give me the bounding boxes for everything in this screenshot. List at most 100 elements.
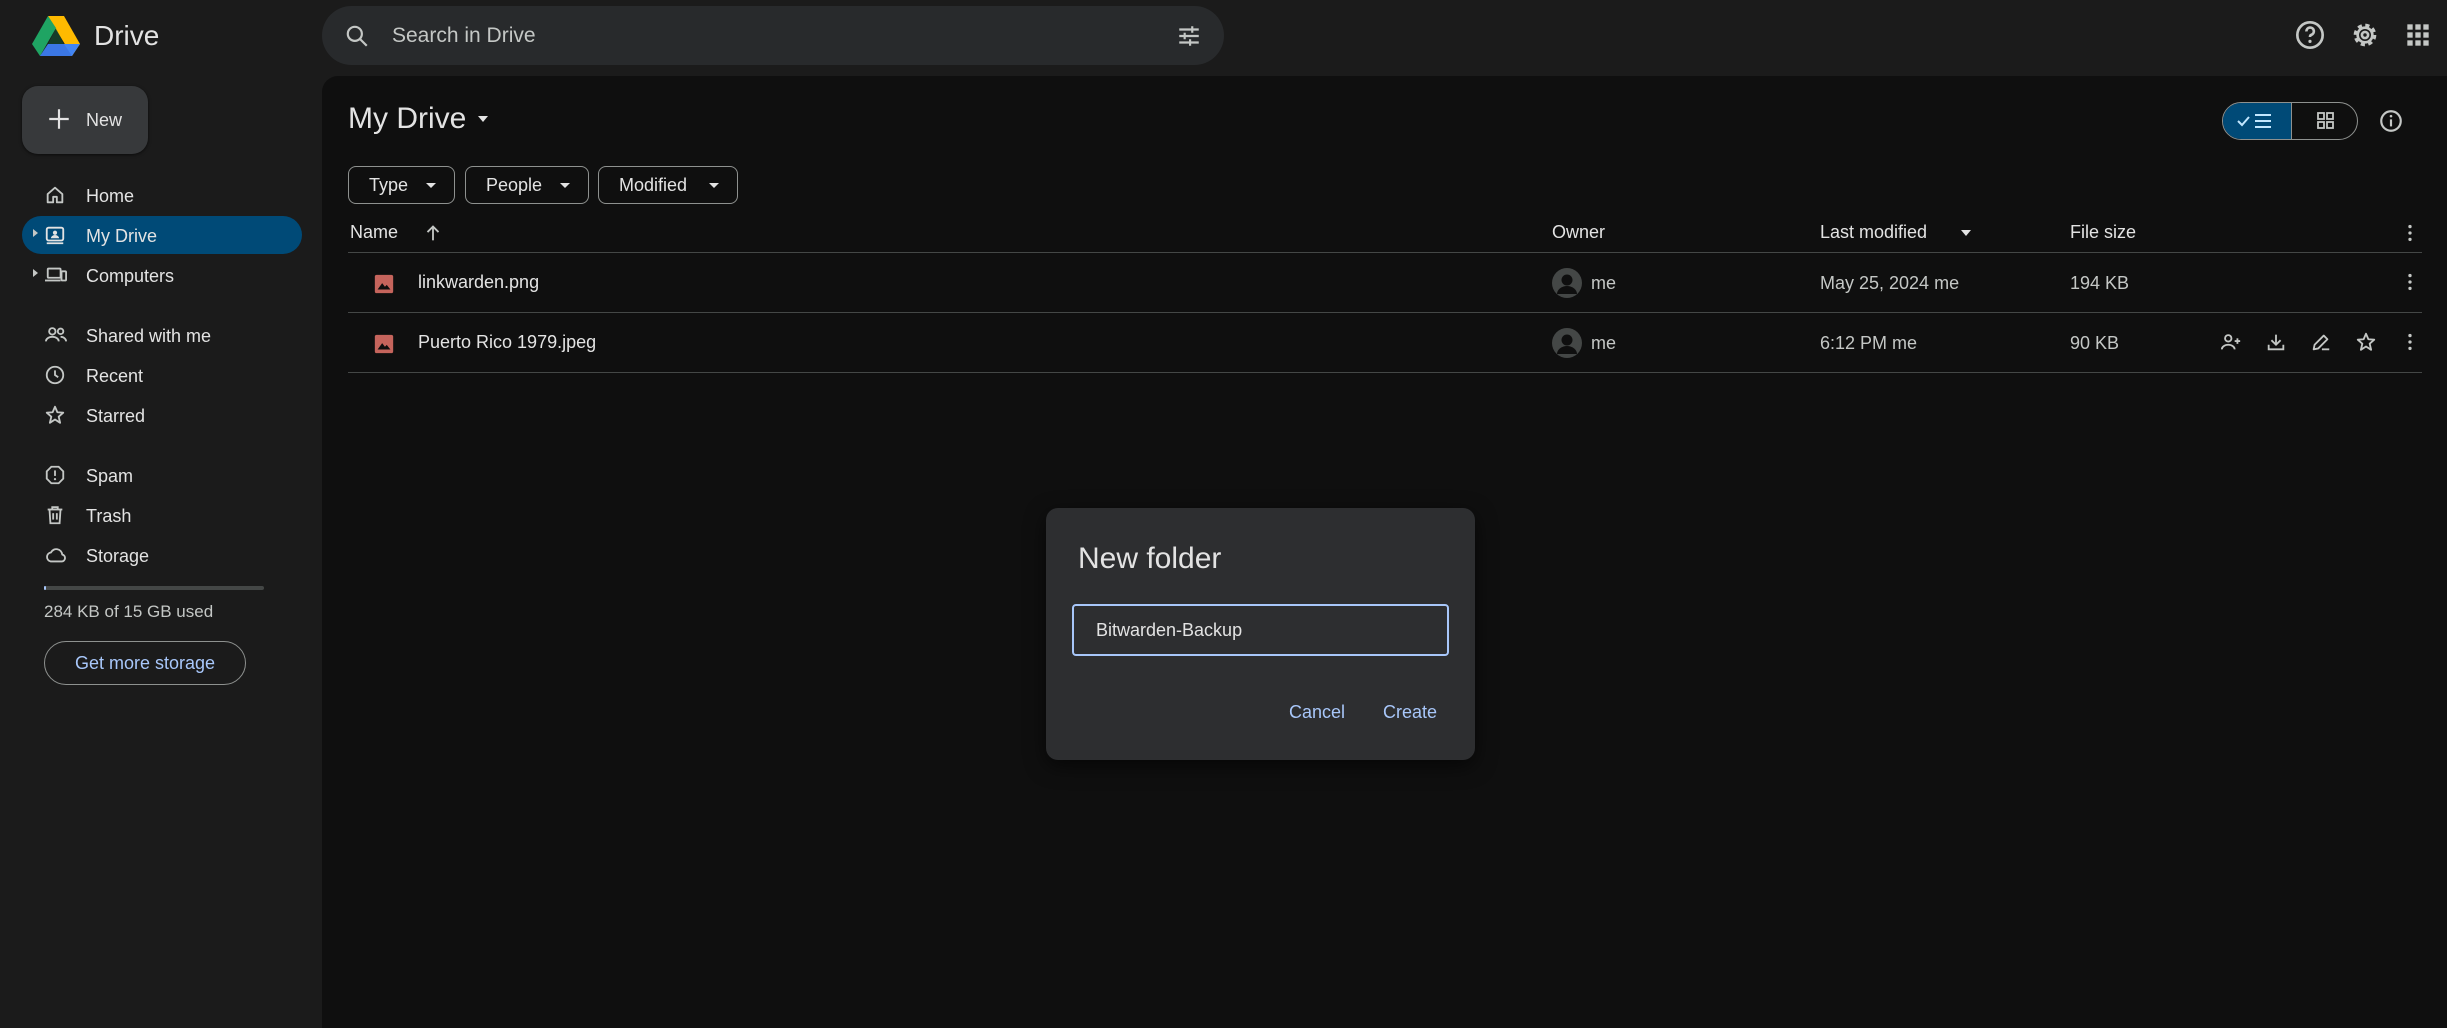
expand-caret-icon[interactable] [33,269,38,277]
more-actions-icon[interactable] [2399,331,2421,353]
owner-avatar [1552,328,1582,358]
list-view-icon [2237,114,2271,128]
new-button-label: New [86,110,123,130]
spam-icon [45,465,65,485]
sidebar-item-label: Spam [86,466,134,486]
page-title[interactable]: My Drive [348,102,490,136]
new-folder-dialog: New folder Cancel Create [1046,508,1475,760]
table-row[interactable]: Puerto Rico 1979.jpeg me 6:12 PM me 90 K… [348,313,2422,373]
home-icon [46,186,64,204]
drive-logo-icon [32,16,80,56]
sidebar-item-trash[interactable]: Trash [22,496,302,534]
column-options-more-icon[interactable] [2399,222,2421,244]
help-icon[interactable] [2294,19,2326,51]
star-icon[interactable] [2355,331,2377,353]
settings-gear-icon[interactable] [2349,19,2381,51]
dialog-title: New folder [1078,542,1222,575]
list-view-button[interactable] [2223,103,2291,139]
folder-name-input[interactable] [1072,604,1449,656]
share-add-person-icon[interactable] [2220,331,2242,353]
dropdown-arrow-icon [709,183,719,188]
sort-dropdown-icon[interactable] [1960,228,1972,238]
sidebar: New Home My Drive Computers Shared with … [0,72,322,1028]
column-header-last-modified[interactable]: Last modified [1820,222,1927,243]
apps-grid-icon[interactable] [2402,19,2434,51]
sidebar-item-my-drive[interactable]: My Drive [22,216,302,254]
image-file-icon [374,274,394,294]
file-table-header: Name Owner Last modified File size [348,214,2422,253]
sidebar-item-home[interactable]: Home [22,176,302,214]
image-file-icon [374,334,394,354]
column-header-owner: Owner [1552,222,1606,242]
search-bar[interactable]: Search in Drive [322,6,1224,65]
search-options-icon[interactable] [1176,23,1202,49]
filter-label: Modified [619,175,688,195]
sidebar-item-storage[interactable]: Storage [22,536,302,574]
sidebar-item-shared-with-me[interactable]: Shared with me [22,316,302,354]
info-icon[interactable] [2378,108,2404,134]
column-header-name[interactable]: Name [350,222,398,243]
file-last-modified: 6:12 PM me [1820,333,1918,353]
sidebar-item-label: Home [86,186,135,206]
cancel-button[interactable]: Cancel [1289,702,1345,723]
sidebar-item-label: Starred [86,406,146,426]
app-name: Drive [94,20,160,51]
more-actions-icon[interactable] [2399,271,2421,293]
sidebar-item-recent[interactable]: Recent [22,356,302,394]
storage-usage-bar [44,586,264,590]
filter-label: People [486,175,543,195]
sidebar-item-label: Storage [86,546,150,566]
sidebar-item-label: Computers [86,266,175,286]
my-drive-icon [45,226,65,245]
file-name[interactable]: linkwarden.png [418,272,539,293]
sidebar-item-label: Recent [86,366,144,386]
sidebar-item-computers[interactable]: Computers [22,256,302,294]
plus-icon [49,109,69,129]
dropdown-arrow-icon [560,183,570,188]
download-icon[interactable] [2265,331,2287,353]
caret-down-icon [478,116,489,122]
star-icon [45,405,65,424]
sidebar-item-label: Trash [86,506,132,526]
grid-view-button[interactable] [2291,103,2357,139]
computers-icon [45,267,67,282]
new-button[interactable]: New [22,86,148,154]
file-name[interactable]: Puerto Rico 1979.jpeg [418,332,596,353]
file-size: 194 KB [2070,273,2130,293]
sort-arrow-up-icon[interactable] [422,222,444,244]
storage-usage-text: 284 KB of 15 GB used [44,602,214,621]
search-icon[interactable] [344,23,370,49]
column-header-file-size: File size [2070,222,2137,242]
file-owner: me [1591,333,1617,353]
sidebar-item-label: My Drive [86,226,157,246]
storage-usage-fill [44,586,47,590]
dropdown-arrow-icon [426,183,436,188]
user-avatar-icon [1557,274,1577,294]
clock-icon [45,365,65,385]
drive-logo[interactable]: Drive [32,16,159,56]
view-toggle [2222,102,2358,140]
expand-caret-icon[interactable] [33,229,38,237]
filter-people-chip[interactable]: People [465,166,589,204]
file-size: 90 KB [2070,333,2120,353]
table-row[interactable]: linkwarden.png me May 25, 2024 me 194 KB [348,253,2422,313]
file-owner: me [1591,273,1617,293]
cloud-icon [46,548,66,563]
get-more-storage-button[interactable]: Get more storage [44,641,246,685]
shared-people-icon [45,327,67,342]
sidebar-item-spam[interactable]: Spam [22,456,302,494]
sidebar-item-label: Shared with me [86,326,212,346]
sidebar-item-starred[interactable]: Starred [22,396,302,434]
create-button[interactable]: Create [1383,702,1437,723]
grid-view-icon [2317,112,2334,129]
top-bar: Drive Search in Drive [0,0,2447,72]
filter-modified-chip[interactable]: Modified [598,166,738,204]
filter-type-chip[interactable]: Type [348,166,455,204]
search-input[interactable]: Search in Drive [392,24,536,48]
filter-label: Type [369,175,409,195]
trash-icon [47,506,63,525]
rename-pencil-icon[interactable] [2310,331,2332,353]
user-avatar-icon [1557,334,1577,354]
file-last-modified: May 25, 2024 me [1820,273,1960,293]
page-title-text: My Drive [348,102,467,135]
